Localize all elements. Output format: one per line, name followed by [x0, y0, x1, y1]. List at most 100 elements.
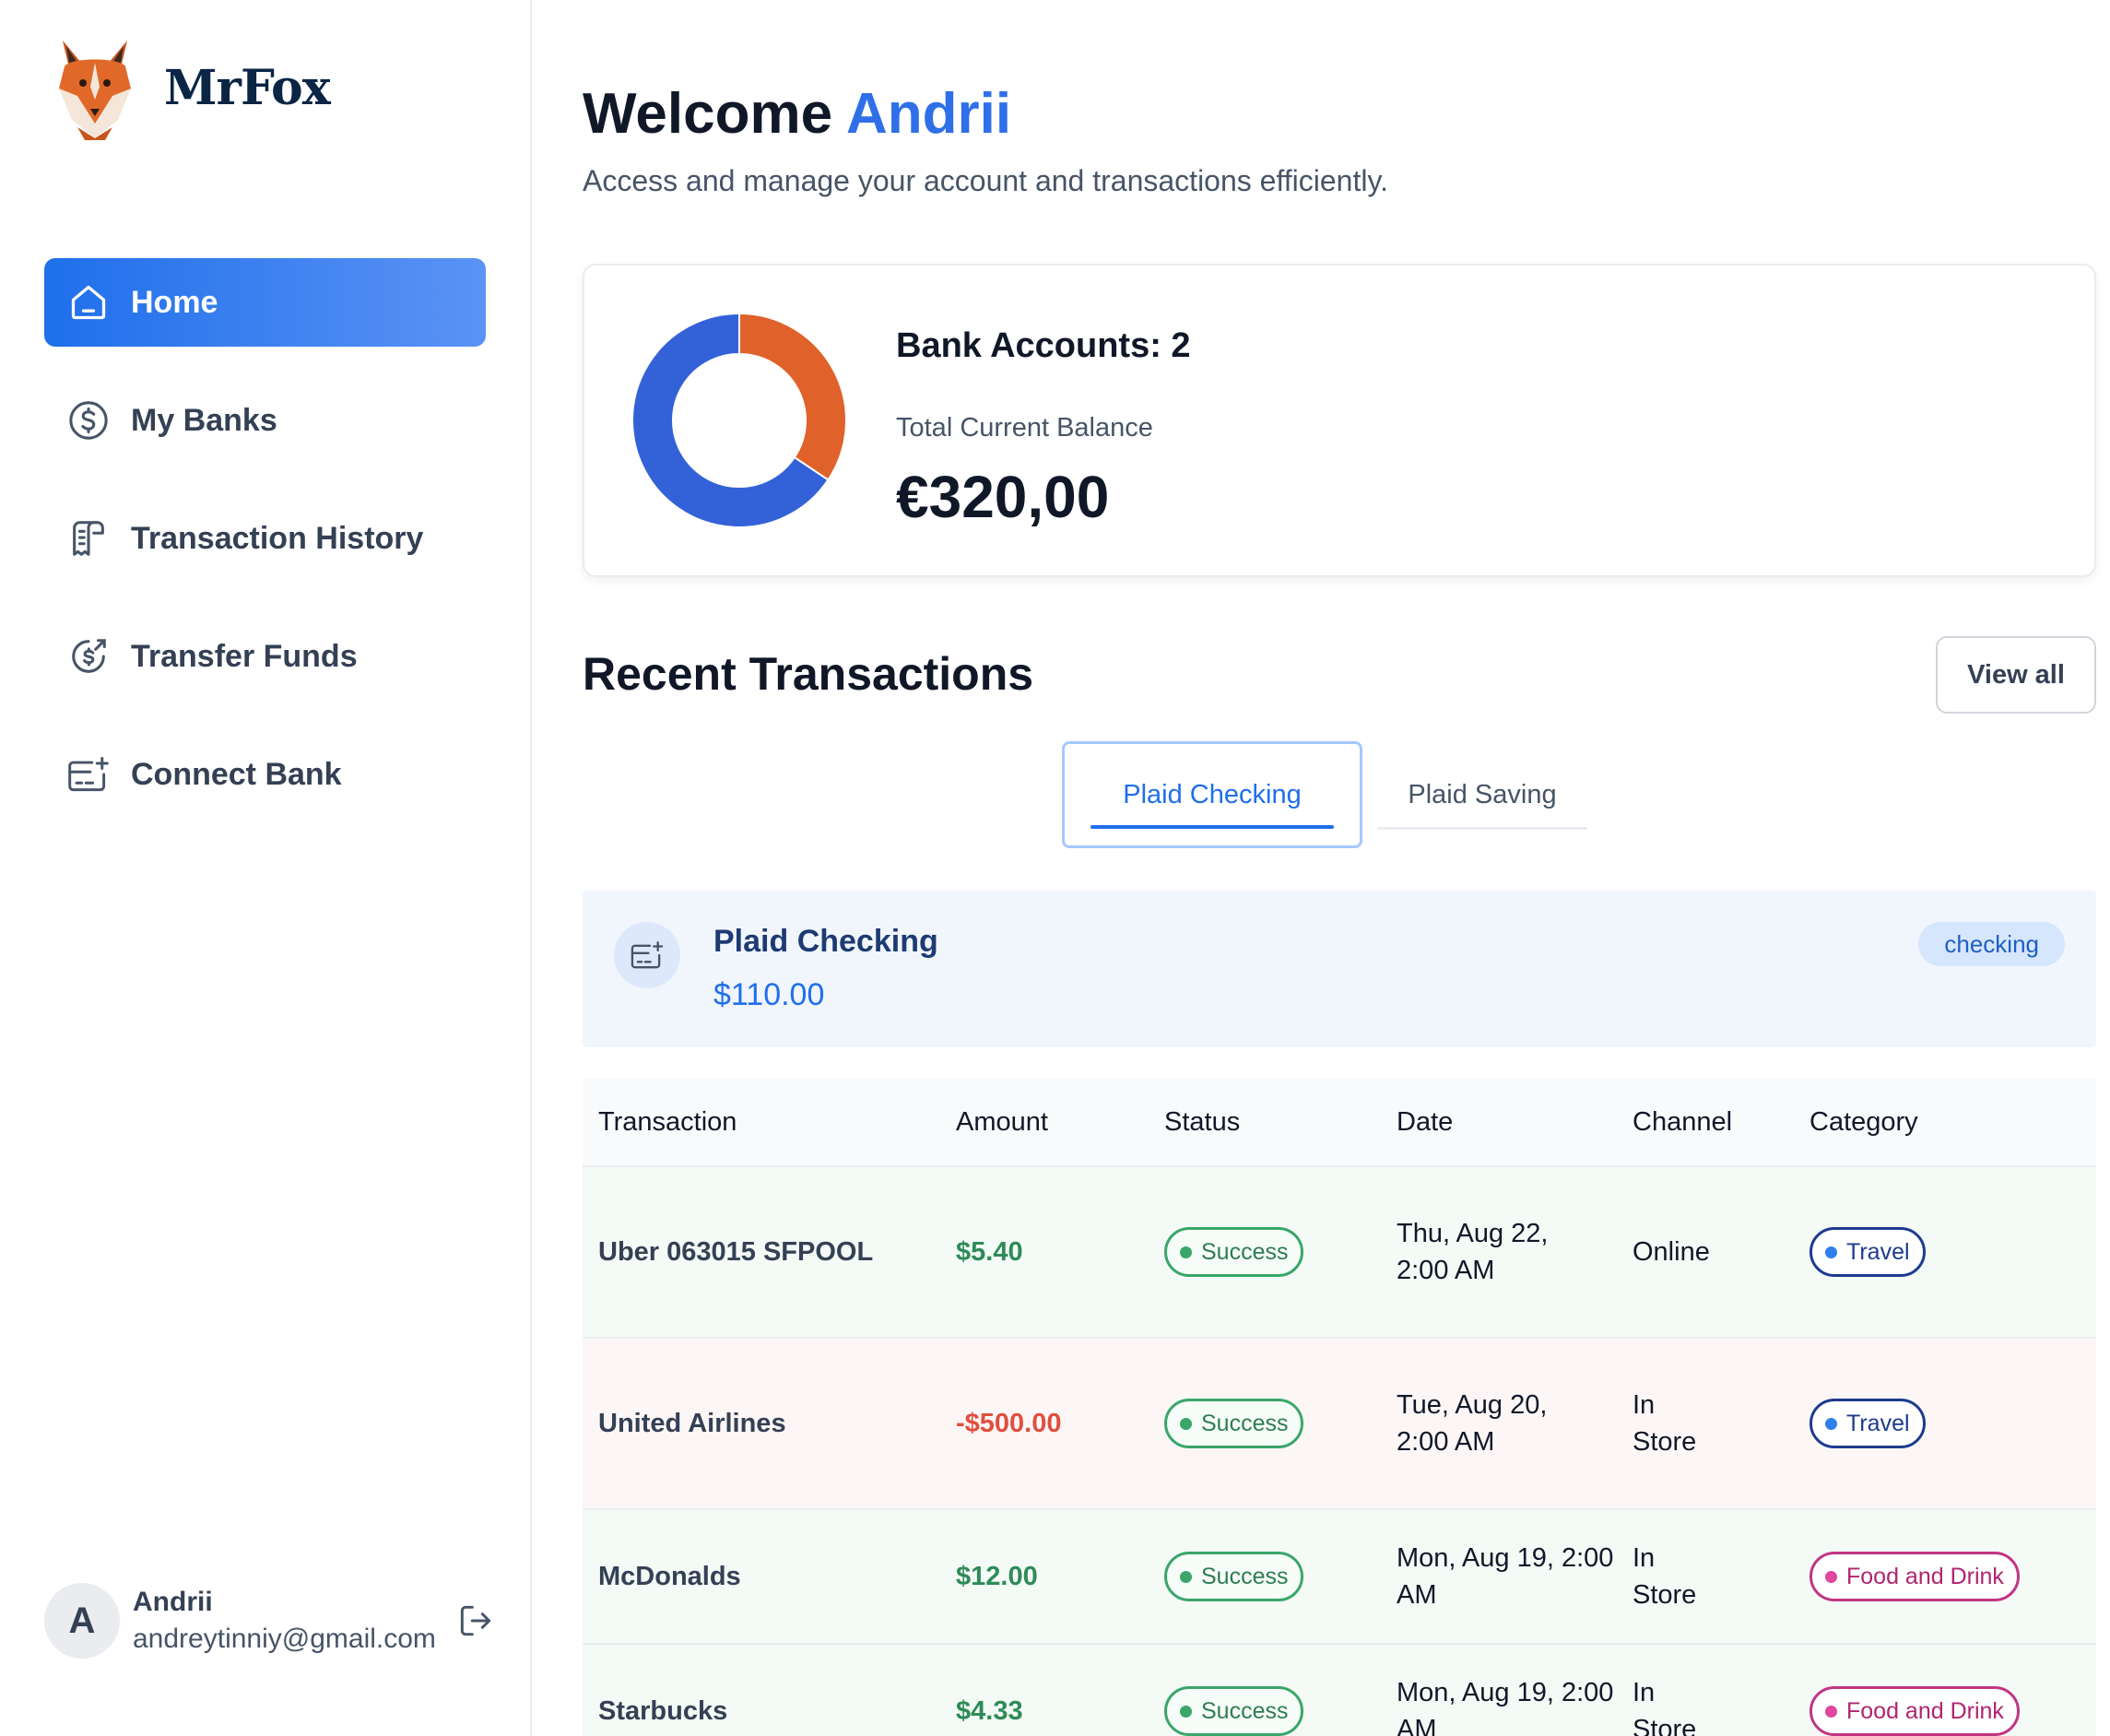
view-all-button[interactable]: View all: [1936, 636, 2096, 714]
status-dot-icon: [1180, 1246, 1192, 1258]
transaction-date: Thu, Aug 22, 2:00 AM: [1397, 1219, 1549, 1285]
home-icon: [66, 280, 111, 325]
table-header: Transaction Amount Status Date Channel C…: [583, 1079, 2096, 1167]
transaction-date: Mon, Aug 19, 2:00 AM: [1397, 1543, 1614, 1610]
card-add-icon: [614, 922, 680, 988]
transaction-date: Tue, Aug 20, 2:00 AM: [1397, 1390, 1548, 1457]
column-header: Date: [1397, 1106, 1454, 1137]
category-label: Food and Drink: [1846, 1697, 2004, 1724]
transaction-channel: In Store: [1633, 1390, 1697, 1457]
bank-accounts-count: Bank Accounts: 2: [896, 326, 1191, 365]
sidebar-item-transfer-funds[interactable]: Transfer Funds: [44, 612, 486, 701]
welcome-user-name: Andrii: [846, 82, 1012, 146]
category-cell: Food and Drink: [1794, 1686, 2096, 1736]
dollar-circle-icon: [66, 398, 111, 443]
sidebar-item-my-banks[interactable]: My Banks: [44, 376, 486, 465]
money-send-icon: [66, 634, 111, 679]
category-cell: Food and Drink: [1794, 1552, 2096, 1601]
total-balance-value: €320,00: [896, 464, 1110, 530]
category-dot-icon: [1825, 1705, 1837, 1718]
transaction-name: Starbucks: [598, 1695, 728, 1726]
sidebar-item-label: Connect Bank: [131, 756, 342, 792]
column-header: Amount: [956, 1106, 1048, 1137]
category-label: Travel: [1846, 1410, 1910, 1436]
column-header: Transaction: [598, 1106, 737, 1137]
receipt-icon: [66, 516, 111, 561]
sidebar-item-label: Transaction History: [131, 520, 424, 556]
tab-plaid-saving[interactable]: Plaid Saving: [1377, 741, 1587, 848]
category-label: Travel: [1846, 1238, 1910, 1265]
transaction-channel: In Store: [1633, 1678, 1697, 1736]
status-dot-icon: [1180, 1417, 1192, 1430]
total-balance-label: Total Current Balance: [896, 413, 1153, 443]
category-badge: Travel: [1809, 1227, 1926, 1277]
page-subtitle: Access and manage your account and trans…: [583, 164, 1388, 197]
bank-tabs: Plaid Checking Plaid Saving: [1062, 741, 1587, 848]
category-badge: Food and Drink: [1809, 1552, 2020, 1601]
total-balance-card: Bank Accounts: 2 Total Current Balance €…: [583, 264, 2096, 577]
category-badge: Food and Drink: [1809, 1686, 2020, 1736]
user-email: andreytinniy@gmail.com: [133, 1624, 436, 1654]
transaction-channel: In Store: [1633, 1543, 1697, 1610]
status-cell: Success: [1149, 1686, 1381, 1736]
status-label: Success: [1201, 1238, 1289, 1265]
sidebar-item-transaction-history[interactable]: Transaction History: [44, 494, 486, 583]
transaction-date: Mon, Aug 19, 2:00 AM: [1397, 1678, 1614, 1736]
transactions-table: Transaction Amount Status Date Channel C…: [583, 1079, 2096, 1736]
fox-logo-icon: [59, 41, 131, 140]
sidebar-item-label: My Banks: [131, 402, 277, 438]
sidebar-item-label: Transfer Funds: [131, 638, 358, 674]
balance-doughnut-chart: [631, 312, 847, 528]
status-badge: Success: [1164, 1686, 1304, 1736]
status-badge: Success: [1164, 1552, 1304, 1601]
sidebar: MrFox Home My Banks Transaction History …: [0, 0, 532, 1736]
transaction-name: McDonalds: [598, 1561, 741, 1591]
bank-account-card[interactable]: Plaid Checking $110.00 checking: [583, 891, 2096, 1047]
transaction-name: United Airlines: [598, 1408, 786, 1438]
card-add-icon: [66, 752, 111, 797]
sidebar-item-connect-bank[interactable]: Connect Bank: [44, 730, 486, 819]
transaction-name: Uber 063015 SFPOOL: [598, 1236, 874, 1267]
transaction-channel: Online: [1633, 1236, 1710, 1267]
logout-icon[interactable]: [455, 1600, 496, 1641]
column-header: Channel: [1633, 1106, 1733, 1137]
status-label: Success: [1201, 1410, 1289, 1436]
sidebar-nav: Home My Banks Transaction History Transf…: [44, 258, 486, 848]
table-row[interactable]: Starbucks $4.33 Success Mon, Aug 19, 2:0…: [583, 1645, 2096, 1736]
category-cell: Travel: [1794, 1227, 2096, 1277]
doughnut-segment-1: [738, 312, 847, 481]
category-dot-icon: [1825, 1570, 1837, 1583]
tab-plaid-checking[interactable]: Plaid Checking: [1062, 741, 1362, 848]
sidebar-item-label: Home: [131, 284, 218, 320]
avatar[interactable]: A: [44, 1583, 120, 1659]
status-badge: Success: [1164, 1227, 1304, 1277]
page-title: Welcome Andrii: [583, 81, 1011, 147]
status-label: Success: [1201, 1563, 1289, 1589]
table-row[interactable]: Uber 063015 SFPOOL $5.40 Success Thu, Au…: [583, 1167, 2096, 1339]
welcome-text: Welcome: [583, 82, 833, 146]
user-name: Andrii: [133, 1587, 213, 1617]
transaction-amount: $12.00: [956, 1561, 1038, 1591]
account-name: Plaid Checking: [713, 924, 938, 959]
table-row[interactable]: McDonalds $12.00 Success Mon, Aug 19, 2:…: [583, 1510, 2096, 1645]
brand-name: MrFox: [164, 59, 331, 116]
brand[interactable]: MrFox: [57, 35, 331, 140]
transaction-amount: -$500.00: [956, 1408, 1062, 1438]
user-info: Andrii andreytinniy@gmail.com: [133, 1587, 436, 1655]
status-cell: Success: [1149, 1227, 1381, 1277]
status-dot-icon: [1180, 1570, 1192, 1583]
table-row[interactable]: United Airlines -$500.00 Success Tue, Au…: [583, 1339, 2096, 1510]
column-header: Category: [1809, 1106, 1918, 1137]
transaction-amount: $5.40: [956, 1236, 1023, 1267]
category-cell: Travel: [1794, 1399, 2096, 1448]
sidebar-item-home[interactable]: Home: [44, 258, 486, 347]
transaction-amount: $4.33: [956, 1695, 1023, 1726]
category-label: Food and Drink: [1846, 1563, 2004, 1589]
status-dot-icon: [1180, 1705, 1192, 1718]
status-badge: Success: [1164, 1399, 1304, 1448]
column-header: Status: [1164, 1106, 1241, 1137]
account-type-badge: checking: [1918, 922, 2065, 966]
category-badge: Travel: [1809, 1399, 1926, 1448]
status-cell: Success: [1149, 1552, 1381, 1601]
category-dot-icon: [1825, 1246, 1837, 1258]
